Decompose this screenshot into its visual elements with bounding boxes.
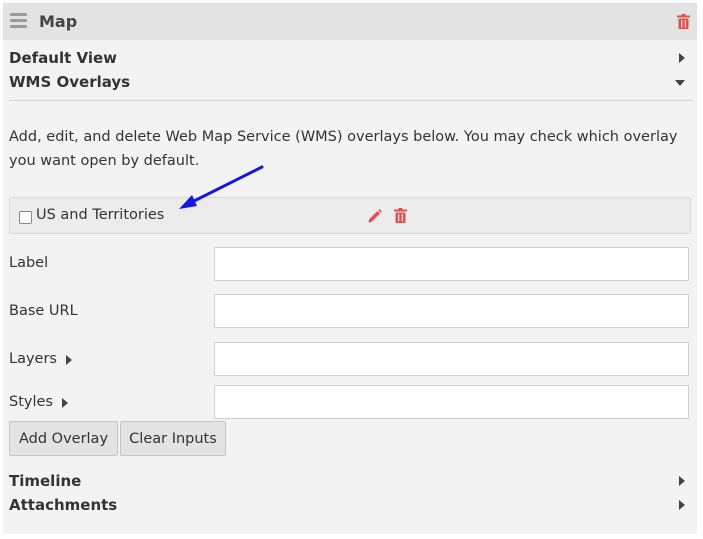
chevron-right-icon[interactable] xyxy=(679,53,685,63)
chevron-right-icon[interactable] xyxy=(679,476,685,486)
layers-expand-icon[interactable] xyxy=(66,355,72,365)
overlay-default-checkbox[interactable] xyxy=(19,211,32,224)
overlay-label: US and Territories xyxy=(36,207,165,223)
divider xyxy=(9,100,693,101)
pencil-icon[interactable] xyxy=(367,208,383,224)
panel-header: Map xyxy=(3,3,697,40)
layers-field-label: Layers xyxy=(9,351,57,367)
trash-icon[interactable] xyxy=(677,14,690,29)
section-default-view[interactable]: Default View xyxy=(9,49,117,67)
section-attachments[interactable]: Attachments xyxy=(9,496,117,514)
add-overlay-button[interactable]: Add Overlay xyxy=(9,421,118,456)
chevron-down-icon[interactable] xyxy=(675,80,685,86)
section-timeline[interactable]: Timeline xyxy=(9,472,81,490)
styles-expand-icon[interactable] xyxy=(62,398,68,408)
overlay-item: US and Territories xyxy=(9,197,691,234)
trash-icon[interactable] xyxy=(394,208,407,223)
clear-inputs-button[interactable]: Clear Inputs xyxy=(120,421,226,456)
layers-input[interactable] xyxy=(214,342,689,376)
hamburger-icon[interactable] xyxy=(10,13,27,28)
base-url-input[interactable] xyxy=(214,294,689,328)
label-field-label: Label xyxy=(9,255,49,271)
section-wms-overlays[interactable]: WMS Overlays xyxy=(9,73,130,91)
label-input[interactable] xyxy=(214,247,689,281)
styles-input[interactable] xyxy=(214,385,689,419)
styles-field-label: Styles xyxy=(9,394,53,410)
chevron-right-icon[interactable] xyxy=(679,500,685,510)
base-url-field-label: Base URL xyxy=(9,303,78,319)
panel-title: Map xyxy=(39,12,78,31)
map-panel: Map Default View WMS Overlays Add, edit,… xyxy=(3,3,697,534)
annotation-arrow-icon xyxy=(179,165,264,209)
wms-description: Add, edit, and delete Web Map Service (W… xyxy=(9,129,678,169)
